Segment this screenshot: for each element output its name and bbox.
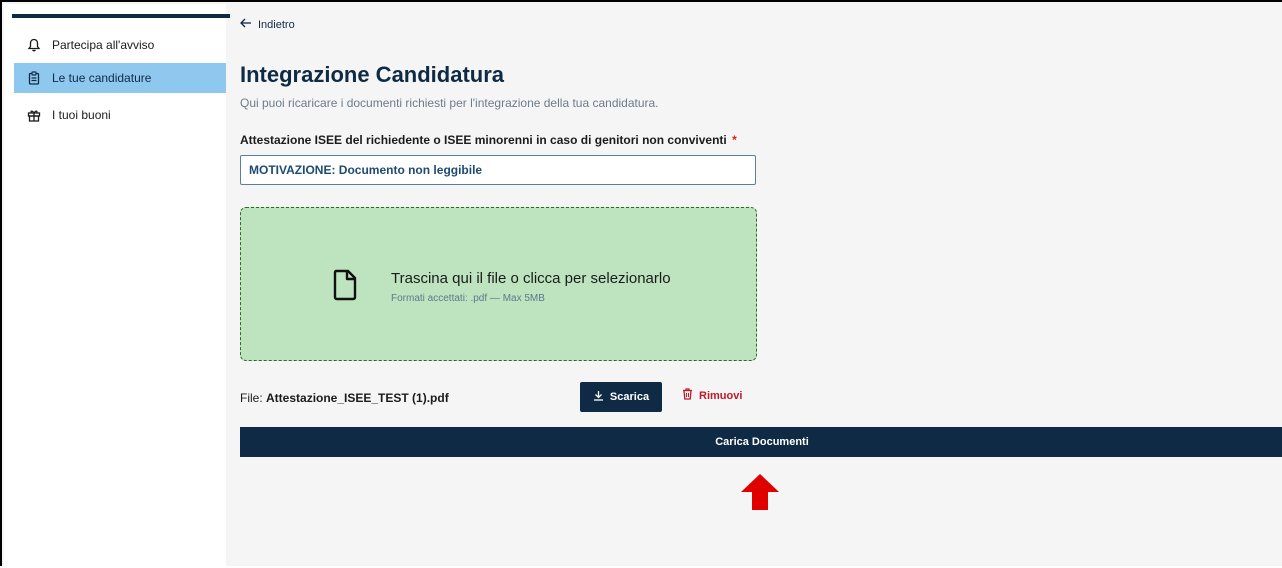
motivazione-box: MOTIVAZIONE: Documento non leggibile <box>240 155 756 185</box>
remove-label: Rimuovi <box>699 389 743 402</box>
bell-icon <box>26 37 42 53</box>
download-icon <box>593 390 604 404</box>
sidebar-item-label: I tuoi buoni <box>52 108 111 122</box>
dropzone-title: Trascina qui il file o clicca per selezi… <box>391 270 671 287</box>
sidebar-item-label: Partecipa all'avviso <box>52 38 155 52</box>
app-frame: Partecipa all'avviso Le tue candidature <box>0 0 1282 568</box>
page-subtitle: Qui puoi ricaricare i documenti richiest… <box>240 96 659 110</box>
page-title: Integrazione Candidatura <box>240 62 505 87</box>
sidebar-item-label: Le tue candidature <box>52 71 152 85</box>
uploaded-file-label: File: Attestazione_ISEE_TEST (1).pdf <box>240 391 449 405</box>
trash-icon <box>682 388 693 403</box>
download-button[interactable]: Scarica <box>580 382 662 412</box>
sidebar: Partecipa all'avviso Le tue candidature <box>4 4 230 568</box>
dropzone-hint: Formati accettati: .pdf — Max 5MB <box>391 293 545 304</box>
sidebar-item-candidature[interactable]: Le tue candidature <box>14 63 226 93</box>
field-label: Attestazione ISEE del richiedente o ISEE… <box>240 133 737 147</box>
remove-button[interactable]: Rimuovi <box>682 388 742 403</box>
annotation-arrow-up-icon <box>740 474 780 515</box>
gift-icon <box>26 107 42 123</box>
file-icon <box>331 268 359 307</box>
file-name: Attestazione_ISEE_TEST (1).pdf <box>266 391 449 405</box>
back-link[interactable]: Indietro <box>240 18 295 31</box>
main-content: Indietro Integrazione Candidatura Qui pu… <box>226 4 1282 568</box>
download-label: Scarica <box>609 391 650 403</box>
upload-documents-button[interactable]: Carica Documenti <box>240 427 1282 457</box>
sidebar-item-buoni[interactable]: I tuoi buoni <box>14 100 226 130</box>
field-label-text: Attestazione ISEE del richiedente o ISEE… <box>240 133 727 147</box>
clipboard-icon <box>26 70 42 86</box>
file-prefix: File: <box>240 391 267 405</box>
upload-documents-label: Carica Documenti <box>715 436 809 448</box>
back-label: Indietro <box>258 18 295 31</box>
sidebar-top-bar <box>12 14 230 18</box>
arrow-left-icon <box>240 18 252 31</box>
required-mark: * <box>732 133 737 147</box>
file-dropzone[interactable]: Trascina qui il file o clicca per selezi… <box>240 207 757 361</box>
sidebar-item-partecipa[interactable]: Partecipa all'avviso <box>14 30 226 60</box>
